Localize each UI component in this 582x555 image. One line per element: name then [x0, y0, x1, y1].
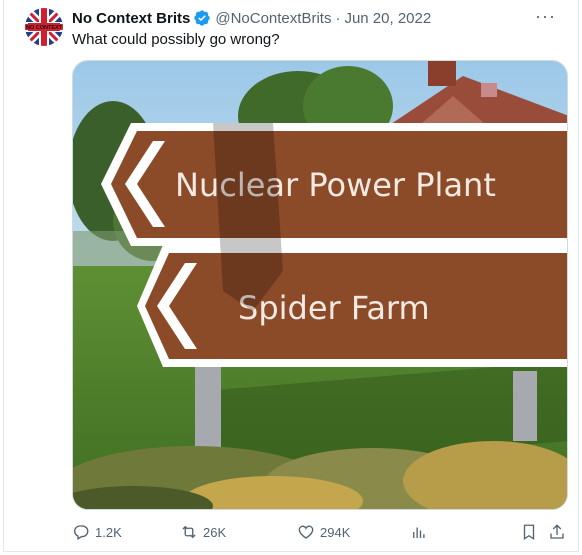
sign-post-right — [513, 371, 537, 441]
repost-button[interactable]: 26K — [180, 520, 226, 544]
views-chart-icon — [413, 527, 425, 538]
sign-spider-farm: Spider Farm — [137, 245, 567, 367]
bookmark-icon — [523, 524, 535, 541]
svg-text:Spider Farm: Spider Farm — [238, 289, 430, 327]
tweet-image[interactable]: Nuclear Power Plant Spider Farm — [72, 60, 568, 510]
share-icon — [550, 524, 564, 539]
tweet-date[interactable]: Jun 20, 2022 — [344, 10, 431, 27]
tweet-card: NO CONTEXT No Context Brits @NoContextBr… — [3, 0, 579, 552]
shadow-overlay — [213, 123, 283, 311]
repost-count: 26K — [203, 524, 227, 540]
reply-button[interactable]: 1.2K — [72, 520, 122, 544]
bookmark-button[interactable] — [520, 520, 543, 544]
share-button[interactable] — [548, 520, 571, 544]
author-name[interactable]: No Context Brits — [72, 10, 190, 27]
tweet-header: No Context Brits @NoContextBrits · Jun 2… — [72, 8, 431, 28]
tweet-actions: 1.2K 26K 294K — [72, 520, 568, 544]
heart-icon — [298, 525, 314, 539]
more-dots-icon[interactable]: ··· — [535, 6, 556, 27]
author-handle[interactable]: @NoContextBrits — [215, 10, 331, 27]
verified-badge-icon — [193, 9, 211, 27]
sign-nuclear-power-plant: Nuclear Power Plant — [101, 123, 567, 246]
like-count: 294K — [320, 524, 351, 540]
reply-count: 1.2K — [95, 524, 122, 540]
reply-icon — [74, 525, 89, 540]
separator-dot: · — [335, 9, 341, 27]
svg-text:NO CONTEXT: NO CONTEXT — [26, 25, 63, 31]
views-button[interactable] — [410, 520, 433, 544]
repost-icon — [182, 525, 196, 539]
tweet-text: What could possibly go wrong? — [72, 31, 280, 48]
like-button[interactable]: 294K — [297, 520, 350, 544]
avatar[interactable]: NO CONTEXT — [25, 8, 63, 46]
